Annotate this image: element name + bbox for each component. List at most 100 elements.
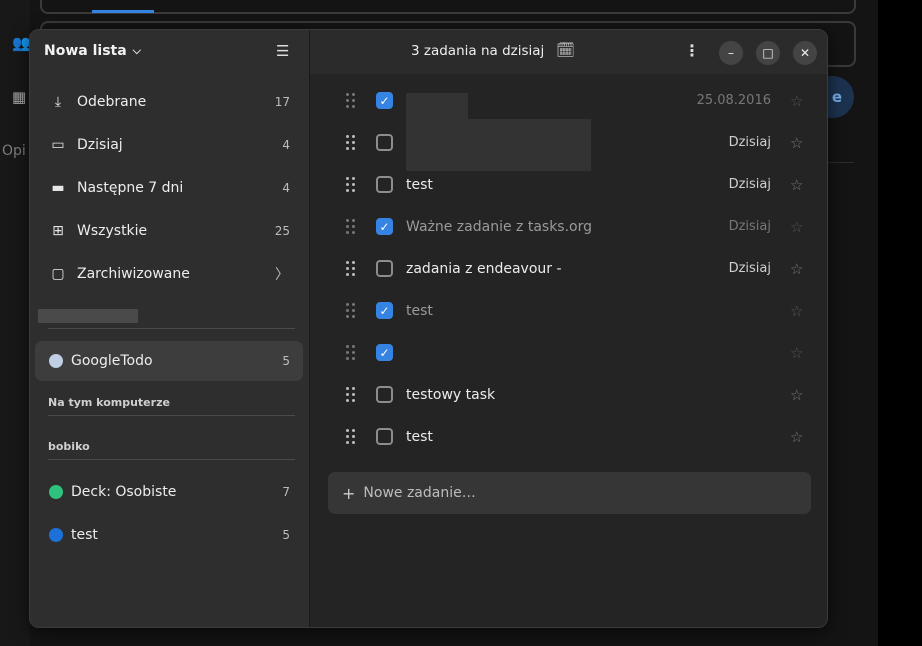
background-dark-area — [878, 0, 922, 646]
task-checkbox[interactable] — [376, 176, 393, 193]
task-checkbox[interactable] — [376, 428, 393, 445]
new-task-input[interactable]: + Nowe zadanie… — [328, 472, 811, 514]
star-icon[interactable]: ☆ — [790, 134, 803, 152]
sidebar-item-deck-osobiste[interactable]: Deck: Osobiste 7 — [35, 472, 303, 512]
hamburger-menu-icon[interactable]: ☰ — [276, 42, 289, 60]
calendar-today-icon: ▭ — [51, 137, 65, 153]
sidebar-item-archived[interactable]: ▢ Zarchiwizowane 〉 — [35, 254, 303, 294]
star-icon[interactable]: ☆ — [790, 386, 803, 404]
drag-handle-icon[interactable] — [346, 219, 356, 235]
task-title: test — [406, 303, 433, 319]
star-icon[interactable]: ☆ — [790, 344, 803, 362]
drag-handle-icon[interactable] — [346, 429, 356, 445]
task-row[interactable]: ✓ test ☆ — [310, 291, 827, 333]
calendar-icon[interactable]: 🗓 — [556, 41, 575, 59]
task-due-date: Dzisiaj — [728, 177, 771, 192]
background-field — [40, 0, 856, 14]
close-button[interactable]: ✕ — [793, 41, 817, 65]
task-list-pane: 3 zadania na dzisiaj 🗓 ⋮ – □ ✕ ✓ 25.08.20… — [310, 30, 827, 627]
sidebar-item-label: Wszystkie — [77, 223, 148, 239]
section-header-local: Na tym komputerze — [48, 396, 170, 409]
task-row[interactable]: ✓ ☆ — [310, 333, 827, 375]
list-color-dot — [49, 485, 63, 499]
task-title: testowy task — [406, 387, 496, 403]
star-icon[interactable]: ☆ — [790, 92, 803, 110]
redacted-task-title — [406, 119, 591, 171]
task-row[interactable]: ✓ 25.08.2016 ☆ — [310, 81, 827, 123]
sidebar-item-today[interactable]: ▭ Dzisiaj 4 — [35, 125, 303, 165]
star-icon[interactable]: ☆ — [790, 302, 803, 320]
drag-handle-icon[interactable] — [346, 135, 356, 151]
task-checkbox[interactable] — [376, 260, 393, 277]
task-title: Ważne zadanie z tasks.org — [406, 219, 593, 235]
chevron-down-icon: ⌵ — [132, 44, 142, 57]
plus-icon: + — [342, 483, 356, 503]
sidebar-item-all[interactable]: ⊞ Wszystkie 25 — [35, 211, 303, 251]
sidebar-item-next-7-days[interactable]: ▬ Następne 7 dni 4 — [35, 168, 303, 208]
drag-handle-icon[interactable] — [346, 345, 356, 361]
new-list-button[interactable]: Nowa lista ⌵ — [44, 43, 141, 59]
sidebar-item-label: Następne 7 dni — [77, 180, 184, 196]
task-checkbox[interactable]: ✓ — [376, 92, 393, 109]
star-icon[interactable]: ☆ — [790, 428, 803, 446]
sidebar-header: Nowa lista ⌵ ☰ — [30, 30, 309, 74]
star-icon[interactable]: ☆ — [790, 260, 803, 278]
kebab-menu-icon[interactable]: ⋮ — [684, 41, 700, 60]
task-due-date: Dzisiaj — [728, 261, 771, 276]
sidebar-item-label: Odebrane — [77, 94, 147, 110]
drag-handle-icon[interactable] — [346, 261, 356, 277]
sidebar: Nowa lista ⌵ ☰ ⤓ Odebrane 17 ▭ Dzisiaj 4… — [30, 30, 310, 627]
task-title: test — [406, 177, 433, 193]
tasks-window: Nowa lista ⌵ ☰ ⤓ Odebrane 17 ▭ Dzisiaj 4… — [29, 29, 828, 628]
sidebar-item-label: Dzisiaj — [77, 137, 123, 153]
sidebar-item-label: test — [71, 527, 98, 543]
task-due-date: Dzisiaj — [728, 219, 771, 234]
sidebar-item-label: Deck: Osobiste — [71, 484, 177, 500]
sidebar-item-count: 17 — [274, 95, 290, 109]
new-list-label: Nowa lista — [44, 43, 127, 59]
drag-handle-icon[interactable] — [346, 177, 356, 193]
list-color-dot — [49, 354, 63, 368]
sidebar-item-count: 25 — [274, 224, 290, 238]
drag-handle-icon[interactable] — [346, 387, 356, 403]
task-row[interactable]: zadania z endeavour - Dzisiaj ☆ — [310, 249, 827, 291]
background-label: Opi — [2, 143, 26, 159]
calendar-week-icon: ▬ — [51, 180, 65, 196]
sidebar-item-test[interactable]: test 5 — [35, 515, 303, 555]
task-due-date: Dzisiaj — [728, 135, 771, 150]
chevron-right-icon: 〉 — [275, 267, 289, 283]
list-color-dot — [49, 528, 63, 542]
calendar-icon: ▦ — [12, 88, 27, 106]
task-checkbox[interactable]: ✓ — [376, 218, 393, 235]
task-row[interactable]: test Dzisiaj ☆ — [310, 165, 827, 207]
sidebar-item-label: Zarchiwizowane — [77, 266, 190, 282]
drag-handle-icon[interactable] — [346, 303, 356, 319]
sidebar-item-count: 4 — [282, 181, 290, 195]
header-bar: 3 zadania na dzisiaj 🗓 ⋮ – □ ✕ — [310, 30, 827, 74]
background-field-accent — [92, 10, 154, 13]
redacted-task-title — [406, 93, 468, 119]
sidebar-item-label: GoogleTodo — [71, 353, 153, 369]
task-checkbox[interactable]: ✓ — [376, 344, 393, 361]
star-icon[interactable]: ☆ — [790, 176, 803, 194]
sidebar-item-count: 7 — [282, 485, 290, 499]
section-header-account: bobiko — [48, 440, 90, 453]
task-row[interactable]: test ☆ — [310, 417, 827, 459]
sidebar-item-googletodo[interactable]: GoogleTodo 5 — [35, 341, 303, 381]
task-row[interactable]: ✓ Ważne zadanie z tasks.org Dzisiaj ☆ — [310, 207, 827, 249]
maximize-button[interactable]: □ — [756, 41, 780, 65]
folder-icon: ▢ — [51, 266, 65, 282]
drag-handle-icon[interactable] — [346, 93, 356, 109]
people-icon: 👥 — [12, 34, 31, 52]
new-task-placeholder: Nowe zadanie… — [363, 485, 476, 501]
task-row[interactable]: testowy task ☆ — [310, 375, 827, 417]
minimize-button[interactable]: – — [719, 41, 743, 65]
sidebar-item-count: 4 — [282, 138, 290, 152]
task-checkbox[interactable] — [376, 134, 393, 151]
sidebar-item-count: 5 — [282, 354, 290, 368]
task-checkbox[interactable] — [376, 386, 393, 403]
star-icon[interactable]: ☆ — [790, 218, 803, 236]
sidebar-item-inbox[interactable]: ⤓ Odebrane 17 — [35, 82, 303, 122]
task-checkbox[interactable]: ✓ — [376, 302, 393, 319]
grid-icon: ⊞ — [52, 223, 64, 239]
